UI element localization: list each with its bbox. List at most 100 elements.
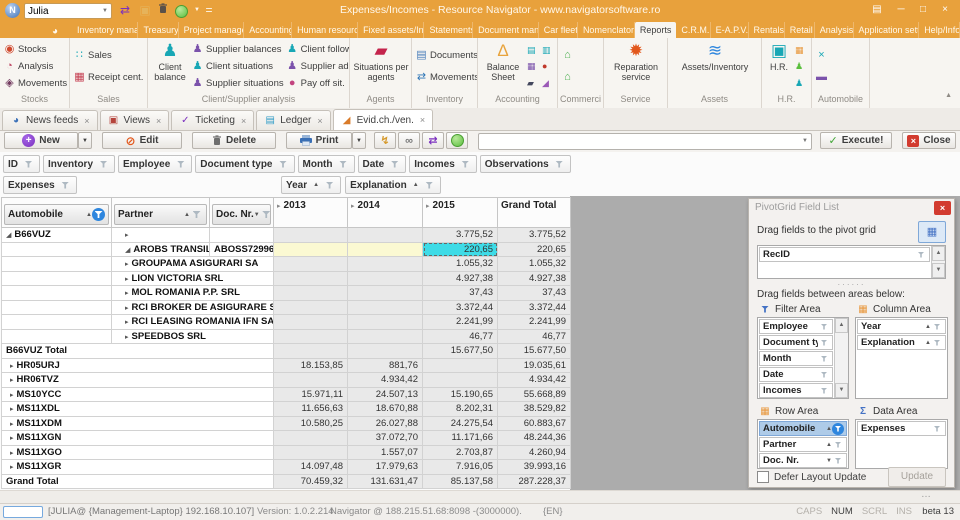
- ribbon-tab-document-mana[interactable]: Document mana: [473, 22, 539, 38]
- resize-grip-icon[interactable]: …: [921, 489, 932, 500]
- pivot-cell[interactable]: [423, 373, 498, 388]
- reparation-service-button[interactable]: ✹Reparation service: [606, 40, 666, 93]
- expand-icon[interactable]: ▸: [125, 319, 129, 326]
- filter-field-incomes[interactable]: Incomes: [409, 155, 477, 173]
- commercial-shop-1-button[interactable]: ⌂: [560, 48, 601, 63]
- filter-funnel-icon[interactable]: [832, 455, 844, 467]
- pivot-cell[interactable]: 46,77: [423, 329, 498, 344]
- assets-inventory-button[interactable]: ≋Assets/Inventory: [670, 40, 760, 93]
- filter-funnel-icon[interactable]: [818, 321, 830, 333]
- pivot-cell[interactable]: 55.668,89: [498, 387, 571, 402]
- pivot-cell[interactable]: 24.275,54: [423, 416, 498, 431]
- connection-status-button[interactable]: [446, 132, 468, 149]
- h-r-button[interactable]: ▣H.R.: [764, 40, 794, 93]
- scroll-down-icon[interactable]: ▼: [835, 383, 848, 398]
- pivot-cell[interactable]: [274, 445, 348, 460]
- pivot-cell[interactable]: [274, 315, 348, 330]
- column-header-2015[interactable]: ▸2015: [423, 198, 498, 228]
- execute-button[interactable]: ✓ Execute!: [820, 132, 892, 149]
- expand-icon[interactable]: ▸: [125, 232, 129, 239]
- pivot-cell[interactable]: 14.097,48: [274, 460, 348, 475]
- close-icon[interactable]: ×: [934, 2, 956, 18]
- ribbon-tab-statements[interactable]: Statements: [424, 22, 473, 38]
- row-field-partner[interactable]: Partner▲: [114, 204, 207, 225]
- pivot-cell[interactable]: 85.137,58: [423, 474, 498, 489]
- expand-icon[interactable]: ▸: [125, 261, 129, 268]
- row-area-field-doc-nr[interactable]: Doc. Nr.▼: [759, 453, 847, 468]
- expand-icon[interactable]: ▸: [426, 203, 430, 210]
- ribbon-tab-fixed-assets-inv[interactable]: Fixed assets/Inv.: [358, 22, 424, 38]
- row-header-automobile[interactable]: ▸MS11XGO: [2, 445, 274, 460]
- collapse-icon[interactable]: ◢: [125, 247, 130, 254]
- row-header-doc[interactable]: [210, 228, 274, 243]
- row-header-automobile[interactable]: ▸HR06TVZ: [2, 373, 274, 388]
- pivot-cell[interactable]: 1.055,32: [423, 257, 498, 272]
- movements-button[interactable]: ◈Movements: [2, 76, 67, 91]
- acc-ledger-button[interactable]: ▥: [542, 44, 557, 57]
- pivot-cell[interactable]: [274, 271, 348, 286]
- refresh-button[interactable]: ⇄: [422, 132, 444, 149]
- pivot-cell[interactable]: 11.656,63: [274, 402, 348, 417]
- filter-field-date[interactable]: Date: [358, 155, 407, 173]
- ribbon-tab-treasury[interactable]: Treasury: [138, 22, 178, 38]
- defer-layout-checkbox[interactable]: [757, 471, 769, 483]
- ribbon-tab-human-resource[interactable]: Human resource: [292, 22, 358, 38]
- supplier-balances-button[interactable]: ♟Supplier balances: [190, 42, 285, 57]
- filter-field-observations[interactable]: Observations: [480, 155, 571, 173]
- filter-funnel-icon[interactable]: [97, 158, 110, 171]
- close-tab-icon[interactable]: ×: [84, 116, 89, 126]
- expand-icon[interactable]: ▸: [10, 377, 14, 384]
- pivot-cell[interactable]: 3.775,52: [423, 228, 498, 243]
- row-header-partner[interactable]: ▸RCI BROKER DE ASIGURARE SRL: [112, 300, 274, 315]
- doc-tab-views[interactable]: ▣Views×: [100, 110, 170, 130]
- quick-action-button[interactable]: ↯: [374, 132, 396, 149]
- client-situations-button[interactable]: ♟Client situations: [190, 59, 285, 74]
- column-header-grand-total[interactable]: Grand Total: [498, 198, 571, 228]
- situations-per-agents-button[interactable]: ▰Situations per agents: [352, 40, 410, 93]
- filter-field-id[interactable]: ID: [3, 155, 40, 173]
- row-header-automobile[interactable]: ▸MS11XDM: [2, 416, 274, 431]
- acc-journal-button[interactable]: ▤: [527, 44, 542, 57]
- print-button[interactable]: Print: [286, 132, 352, 149]
- pivot-cell[interactable]: 3.775,52: [498, 228, 571, 243]
- pivot-cell[interactable]: 2.241,99: [498, 315, 571, 330]
- supplier-situations-button[interactable]: ♟Supplier situations: [190, 76, 285, 91]
- pivot-cell[interactable]: [423, 358, 498, 373]
- pivot-cell[interactable]: [348, 344, 423, 359]
- ribbon-tab-application-settir[interactable]: Application settir: [854, 22, 920, 38]
- row-header-partner[interactable]: ▸: [112, 228, 210, 243]
- filter-funnel-icon[interactable]: [931, 321, 943, 333]
- scroll-down-icon[interactable]: ▼: [932, 263, 945, 278]
- pivot-cell[interactable]: 4.934,42: [348, 373, 423, 388]
- client-follow-up-button[interactable]: ♟Client follow-up: [285, 42, 350, 57]
- expand-icon[interactable]: ▸: [277, 203, 281, 210]
- pivot-cell[interactable]: 15.190,65: [423, 387, 498, 402]
- ribbon-tab-retail[interactable]: Retail: [785, 22, 815, 38]
- receipt-cent-button[interactable]: ▦Receipt cent.: [72, 70, 145, 85]
- ribbon-tab-e-a-p-v[interactable]: E-A.P.V.: [711, 22, 749, 38]
- ribbon-collapse-chevron-icon[interactable]: ▲: [945, 92, 952, 99]
- search-records-button[interactable]: ∞: [398, 132, 420, 149]
- filter-funnel-icon[interactable]: [931, 423, 943, 435]
- filter-field-month[interactable]: Month: [298, 155, 355, 173]
- panel-splitter-handle[interactable]: ······: [749, 280, 954, 289]
- update-button[interactable]: Update: [888, 467, 946, 487]
- filter-area-scrollbar[interactable]: ▲ ▼: [834, 318, 848, 398]
- pivot-cell[interactable]: 131.631,47: [348, 474, 423, 489]
- collapse-icon[interactable]: ◢: [6, 232, 11, 239]
- pivot-cell[interactable]: 3.372,44: [498, 300, 571, 315]
- filter-funnel-icon[interactable]: [553, 158, 566, 171]
- ribbon-tab-rentals[interactable]: Rentals: [749, 22, 785, 38]
- print-dropdown-button[interactable]: ▼: [352, 132, 366, 149]
- row-header-partner[interactable]: ▸GROUPAMA ASIGURARI SA: [112, 257, 274, 272]
- pivot-cell[interactable]: 48.244,36: [498, 431, 571, 446]
- pivot-cell[interactable]: 24.507,13: [348, 387, 423, 402]
- row-header-partner[interactable]: ▸LION VICTORIA SRL: [112, 271, 274, 286]
- stocks-button[interactable]: ◉Stocks: [2, 42, 67, 57]
- column-field-explanation[interactable]: Explanation▲: [345, 176, 441, 194]
- row-header-automobile[interactable]: ▸HR05URJ: [2, 358, 274, 373]
- row-header-automobile[interactable]: ▸MS10YCC: [2, 387, 274, 402]
- filter-funnel-icon[interactable]: [190, 208, 203, 221]
- doc-tab-news-feeds[interactable]: ◕News feeds×: [2, 110, 98, 130]
- filter-field-inventory[interactable]: Inventory: [43, 155, 115, 173]
